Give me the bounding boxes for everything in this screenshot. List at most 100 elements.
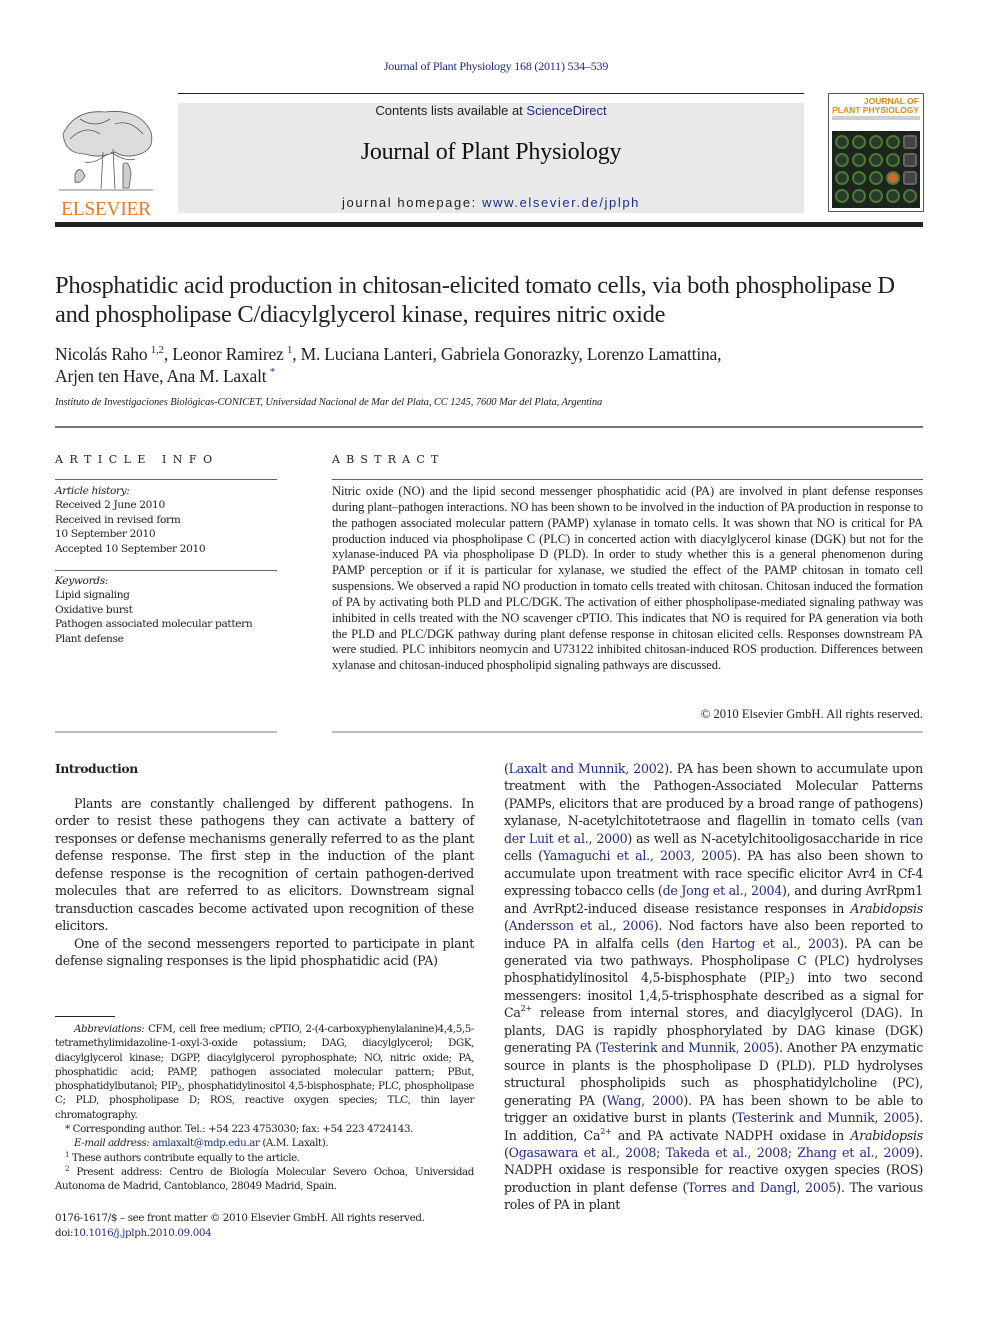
cover-subtitle-bar [832,116,920,120]
author-name: Ana M. Laxalt [166,366,267,386]
citation-link[interactable]: den Hartog et al., 2003 [681,936,839,951]
body-paragraph: (Laxalt and Munnik, 2002). PA has been s… [504,760,923,1214]
running-head[interactable]: Journal of Plant Physiology 168 (2011) 5… [0,59,992,74]
cover-dot [835,189,849,203]
author-separator: , [717,344,722,364]
cover-dot [903,171,917,185]
front-matter: 0176-1617/$ – see front matter © 2010 El… [55,1211,474,1240]
keywords: Keywords: Lipid signaling Oxidative burs… [55,574,277,646]
email-link[interactable]: amlaxalt@mdp.edu.ar [152,1137,260,1149]
citation-link[interactable]: Yamaguchi et al., 2003, 2005 [543,848,733,863]
article-history: Article history: Received 2 June 2010 Re… [55,484,277,556]
cover-dot [835,153,849,167]
body-text: and PA activate NADPH oxidase in [611,1127,851,1143]
author-list: Nicolás Raho 1,2, Leonor Ramirez 1, M. L… [55,343,935,387]
history-item: Accepted 10 September 2010 [55,542,206,555]
superscript: 2+ [600,1126,612,1136]
contents-prefix: Contents lists available at [375,103,527,118]
body-paragraph: One of the second messengers reported to… [55,935,474,969]
keyword: Oxidative burst [55,603,133,616]
citation-link[interactable]: Testerink and Munnik, 2005 [736,1110,915,1125]
cover-image [832,131,920,208]
elsevier-tree-icon [59,111,153,191]
email-footnote: E-mail address: amlaxalt@mdp.edu.ar (A.M… [55,1136,474,1150]
email-suffix: (A.M. Laxalt). [259,1137,329,1150]
author[interactable]: Gabriela Gonorazky [441,344,579,364]
cover-dot [886,171,900,185]
masthead-thick-rule [55,222,923,227]
body-left-column: Plants are constantly challenged by diff… [55,795,474,970]
footnote-rule [55,1016,115,1017]
cover-title: JOURNAL OF PLANT PHYSIOLOGY [832,97,920,114]
elsevier-wordmark: ELSEVIER [61,199,151,220]
author-separator: , [163,344,173,364]
cover-dot [869,153,883,167]
homepage-prefix: journal homepage: [342,195,483,210]
superscript: 2+ [520,1004,533,1014]
footnote-text: Present address: Centro de Biología Mole… [55,1165,474,1193]
italic-term: Arabidopsis [850,900,923,916]
footnote-2: 2 Present address: Centro de Biología Mo… [55,1165,474,1194]
homepage-link[interactable]: www.elsevier.de/jplph [482,195,640,210]
abstract-copyright: © 2010 Elsevier GmbH. All rights reserve… [700,707,923,721]
affiliation: Instituto de Investigaciones Biológicas-… [55,397,603,408]
history-item: Received 2 June 2010 [55,499,165,512]
journal-cover-thumbnail[interactable]: JOURNAL OF PLANT PHYSIOLOGY [828,93,924,212]
abbreviations-label: Abbreviations: [74,1023,145,1035]
abstract-heading: ABSTRACT [332,453,445,466]
author[interactable]: Arjen ten Have [55,366,159,386]
cover-dot [903,135,917,149]
corresponding-text: Corresponding author. Tel.: +54 223 4753… [69,1123,414,1136]
doi-link[interactable]: 10.1016/j.jplph.2010.09.004 [73,1227,212,1239]
history-item: 10 September 2010 [55,528,156,541]
footnote-1: 1 These authors contribute equally to th… [55,1151,474,1165]
sciencedirect-link[interactable]: ScienceDirect [526,103,606,118]
corresponding-author-footnote: * Corresponding author. Tel.: +54 223 47… [55,1122,474,1136]
doi-line: doi:10.1016/j.jplph.2010.09.004 [55,1226,474,1241]
citation-link[interactable]: Laxalt and Munnik, 2002 [509,761,665,776]
history-label: Article history: [55,485,130,497]
journal-masthead: Contents lists available at ScienceDirec… [178,103,804,213]
history-item: Received in revised form [55,513,181,526]
abbreviations-footnote: Abbreviations: CFM, cell free medium; cP… [55,1022,474,1122]
corresponding-author-mark[interactable]: * [270,366,276,378]
author-affiliation-mark[interactable]: 1,2 [151,344,164,356]
cover-dot [903,189,917,203]
author[interactable]: M. Luciana Lanteri [301,344,433,364]
author[interactable]: Lorenzo Lamattina [587,344,717,364]
elsevier-logo[interactable]: ELSEVIER [52,104,160,220]
citation-link[interactable]: Wang, 2000 [607,1093,684,1108]
citation-link[interactable]: Torres and Dangl, 2005 [687,1180,836,1195]
cover-dot [835,171,849,185]
citation-link[interactable]: Testerink and Munnik, 2005 [600,1040,775,1055]
email-label: E-mail address: [74,1137,153,1150]
cover-title-line2: PLANT PHYSIOLOGY [832,104,919,115]
cover-dot [886,135,900,149]
doi-prefix: doi: [55,1226,74,1239]
cover-dot [869,171,883,185]
cover-dot [903,153,917,167]
cover-dot [835,135,849,149]
author-separator: , [432,344,441,364]
citation-link[interactable]: Ogasawara et al., 2008; Takeda et al., 2… [509,1145,915,1160]
article-info-rule [55,479,277,480]
introduction-heading: Introduction [55,761,138,776]
author-separator: , [159,366,167,386]
cover-dot [852,135,866,149]
article-title: Phosphatidic acid production in chitosan… [55,272,895,328]
citation-link[interactable]: Andersson et al., 2006 [509,918,654,933]
citation-link[interactable]: de Jong et al., 2004 [663,883,783,898]
abstract-end-rule [332,731,923,733]
cover-dot [852,189,866,203]
issn-line: 0176-1617/$ – see front matter © 2010 El… [55,1212,425,1224]
author-separator: , [578,344,587,364]
author[interactable]: Ana M. Laxalt * [167,366,276,386]
header-rule [178,93,804,94]
author[interactable]: Leonor Ramirez 1 [172,344,292,364]
author[interactable]: Nicolás Raho 1,2 [55,344,164,364]
body-right-column: (Laxalt and Munnik, 2002). PA has been s… [504,760,923,1214]
cover-dot [869,135,883,149]
affiliation-rule [55,426,923,428]
author-name: Leonor Ramirez [172,344,284,364]
cover-dot [852,171,866,185]
